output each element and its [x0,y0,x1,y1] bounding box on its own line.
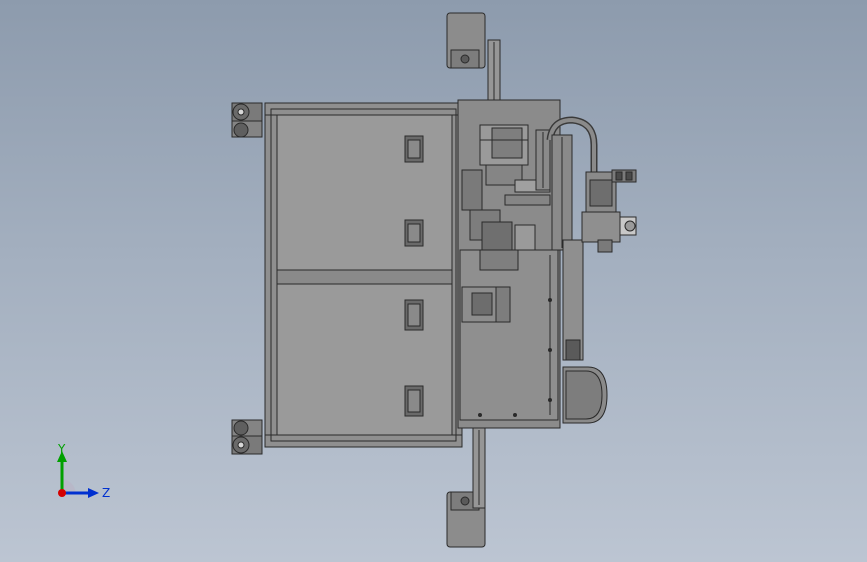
linear-rail [562,239,584,361]
cabinet-door-lower [276,283,453,436]
caster-top [231,102,263,138]
orientation-triad: Y Z [40,435,120,515]
triad-graphic [57,451,99,498]
round-housing [562,366,608,424]
cad-viewport[interactable] [0,0,867,562]
middle-block [461,286,511,323]
cabinet-door-upper [276,114,453,271]
caster-bottom [231,419,263,455]
side-motor-assembly [581,169,637,253]
z-axis-label: Z [102,486,111,500]
z-axis-arrow [88,488,99,498]
cabinet-divider [276,269,453,285]
machine-assembly [231,12,637,548]
y-axis-label: Y [58,442,66,456]
x-axis-dot [58,489,66,497]
